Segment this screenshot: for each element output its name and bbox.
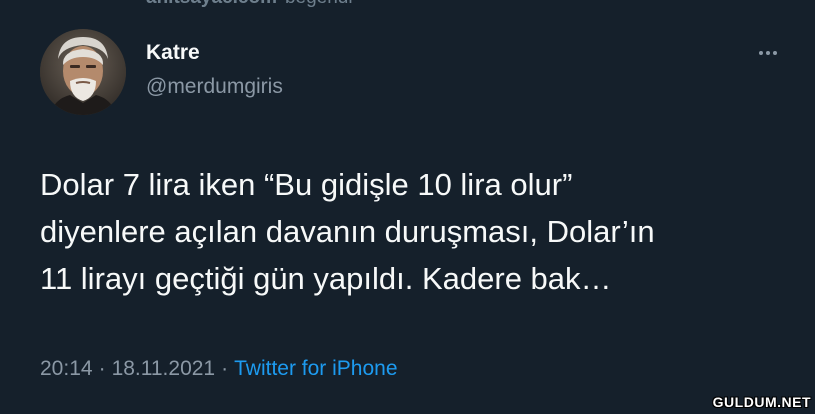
tweet-source-link[interactable]: Twitter for iPhone [234,357,397,380]
tweet-text-line: Dolar 7 lira iken “Bu gidişle 10 lira ol… [40,167,573,202]
avatar-photo [40,29,126,115]
author-name[interactable]: Katre [146,40,200,66]
more-dot [766,51,770,55]
meta-separator: · [98,357,106,380]
watermark: GULDUM.NET [712,394,811,410]
tweet-text-line: diyenlere açılan davanın duruşması, Dola… [40,214,655,249]
tweet-text-line: 11 lirayı geçtiği gün yapıldı. Kadere ba… [40,261,612,296]
tweet-meta: 20:14 · 18.11.2021 · Twitter for iPhone [40,355,398,383]
tweet-text: Dolar 7 lira iken “Bu gidişle 10 lira ol… [40,161,800,302]
meta-separator: · [221,357,229,380]
author-handle[interactable]: @merdumgiris [146,74,283,100]
social-context-action: beğendi [285,0,353,9]
more-horizontal-icon[interactable] [750,38,786,68]
tweet-screenshot: anitsayac.com beğendi Katre @merdumgiris [0,0,815,414]
tweet-time[interactable]: 20:14 [40,357,93,380]
tweet-date[interactable]: 18.11.2021 [112,357,216,380]
social-context-account[interactable]: anitsayac.com [146,0,277,9]
more-dot [773,51,777,55]
avatar[interactable] [40,29,126,115]
social-context: anitsayac.com beğendi [146,0,353,9]
more-dot [759,51,763,55]
